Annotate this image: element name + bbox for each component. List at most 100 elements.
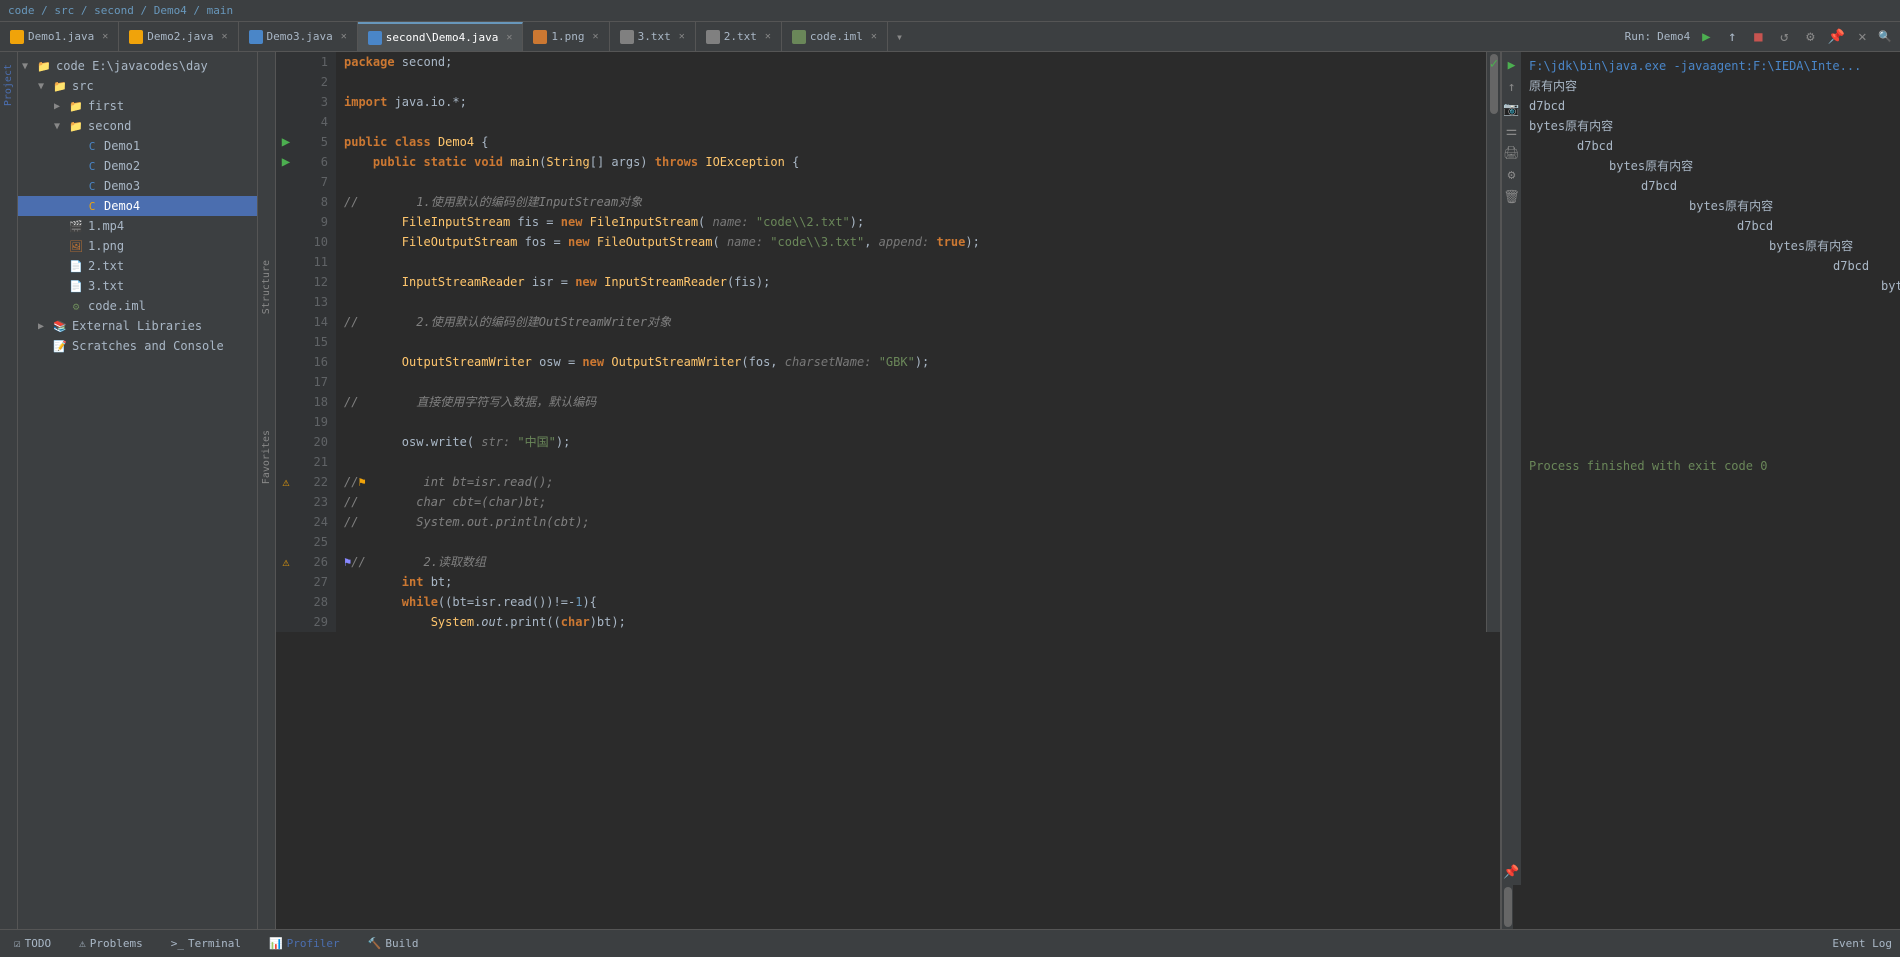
tree-item-demo4[interactable]: C Demo4 — [18, 196, 257, 216]
gutter-7 — [276, 172, 296, 192]
output-screenshot-button[interactable]: 📷 — [1503, 100, 1521, 118]
code-line-14: // 2.使用默认的编码创建OutStreamWriter对象 — [344, 312, 1486, 332]
favorites-tab-button[interactable]: Favorites — [259, 422, 274, 492]
gutter-9 — [276, 212, 296, 232]
run-output-toolbar: ▶ ↑ 📷 ⚌ 🖨 ⚙ 🗑 📌 — [1501, 52, 1521, 885]
code-line-3: import java.io.*; — [344, 92, 1486, 112]
run-up-button[interactable]: ↑ — [1722, 27, 1742, 47]
build-button[interactable]: 🔨 Build — [362, 935, 425, 952]
ln-21: 21 — [296, 452, 328, 472]
output-delete-button[interactable]: 🗑 — [1503, 188, 1521, 206]
tree-arrow-first: ▶ — [54, 101, 68, 112]
ln-1: 1 — [296, 52, 328, 72]
tab-demo1[interactable]: Demo1.java ✕ — [0, 22, 119, 52]
gutter-19 — [276, 412, 296, 432]
tree-item-iml[interactable]: ⚙ code.iml — [18, 296, 257, 316]
code-line-25 — [344, 532, 1486, 552]
folder-icon-second: 📁 — [68, 118, 84, 134]
tree-label-ext: External Libraries — [72, 319, 202, 333]
gutter-6[interactable]: ▶ — [276, 152, 296, 172]
tab-iml[interactable]: code.iml ✕ — [782, 22, 888, 52]
output-format-button[interactable]: ⚌ — [1503, 122, 1521, 140]
tree-item-src[interactable]: ▼ 📁 src — [18, 76, 257, 96]
gutter-26[interactable]: ⚠ — [276, 552, 296, 572]
ln-14: 14 — [296, 312, 328, 332]
tree-item-txt2[interactable]: 📄 2.txt — [18, 256, 257, 276]
gutter-22[interactable]: ⚠ — [276, 472, 296, 492]
output-scrollbar[interactable] — [1501, 885, 1513, 929]
todo-button[interactable]: ☑ TODO — [8, 935, 57, 952]
ln-23: 23 — [296, 492, 328, 512]
tree-label-src: src — [72, 79, 94, 93]
structure-tab-button[interactable]: Structure — [259, 252, 274, 322]
ln-17: 17 — [296, 372, 328, 392]
tab-close-demo2[interactable]: ✕ — [222, 31, 228, 42]
run-pin-button[interactable]: 📌 — [1826, 27, 1846, 47]
tab-txt2[interactable]: 2.txt ✕ — [696, 22, 782, 52]
tree-item-second[interactable]: ▼ 📁 second — [18, 116, 257, 136]
tree-item-mp4[interactable]: 🎬 1.mp4 — [18, 216, 257, 236]
tab-close-demo3[interactable]: ✕ — [341, 31, 347, 42]
event-log-button[interactable]: Event Log — [1832, 937, 1892, 950]
editor-scrollbar[interactable]: ✓ — [1486, 52, 1500, 632]
terminal-button[interactable]: >_ Terminal — [165, 935, 247, 952]
code-body[interactable]: package second; import java.io.*; public… — [336, 52, 1486, 632]
tab-txt3[interactable]: 3.txt ✕ — [610, 22, 696, 52]
code-line-21 — [344, 452, 1486, 472]
gutter-29 — [276, 612, 296, 632]
output-play-button[interactable]: ▶ — [1503, 56, 1521, 74]
problems-button[interactable]: ⚠ Problems — [73, 935, 149, 952]
run-label: Run: — [1625, 30, 1652, 43]
tree-item-demo2[interactable]: C Demo2 — [18, 156, 257, 176]
tree-item-scratch[interactable]: 📝 Scratches and Console — [18, 336, 257, 356]
tree-item-png1[interactable]: 🖼 1.png — [18, 236, 257, 256]
tab-demo4[interactable]: second\Demo4.java ✕ — [358, 22, 524, 52]
code-line-2 — [344, 72, 1486, 92]
project-tab-button[interactable]: Project — [1, 56, 16, 114]
tree-item-ext[interactable]: ▶ 📚 External Libraries — [18, 316, 257, 336]
process-text: Process finished with exit code 0 — [1529, 459, 1767, 473]
gutter-25 — [276, 532, 296, 552]
tree-label-png1: 1.png — [88, 239, 124, 253]
ln-6: 6 — [296, 152, 328, 172]
run-output-content[interactable]: F:\jdk\bin\java.exe -javaagent:F:\IEDA\I… — [1521, 52, 1900, 885]
run-settings-button[interactable]: ⚙ — [1800, 27, 1820, 47]
profiler-button[interactable]: 📊 Profiler — [263, 935, 346, 952]
output-settings-button[interactable]: ⚙ — [1503, 166, 1521, 184]
code-line-7 — [344, 172, 1486, 192]
tab-close-demo1[interactable]: ✕ — [102, 31, 108, 42]
tab-close-iml[interactable]: ✕ — [871, 31, 877, 42]
tree-item-txt3[interactable]: 📄 3.txt — [18, 276, 257, 296]
tab-close-txt2[interactable]: ✕ — [765, 31, 771, 42]
tree-item-code[interactable]: ▼ 📁 code E:\javacodes\day — [18, 56, 257, 76]
output-scroll-thumb[interactable] — [1504, 887, 1512, 927]
output-pin-button[interactable]: 📌 — [1503, 863, 1521, 881]
txt3-icon: 📄 — [68, 278, 84, 294]
folder-icon-code: 📁 — [36, 58, 52, 74]
ln-28: 28 — [296, 592, 328, 612]
output-line-7: bytes原有内容 — [1529, 196, 1892, 216]
tab-close-demo4[interactable]: ✕ — [506, 32, 512, 43]
tab-demo3[interactable]: Demo3.java ✕ — [239, 22, 358, 52]
run-stop-button[interactable]: ■ — [1748, 27, 1768, 47]
run-close-button[interactable]: ✕ — [1852, 27, 1872, 47]
gutter-11 — [276, 252, 296, 272]
code-editor[interactable]: ▶ ▶ — [276, 52, 1500, 929]
output-process: Process finished with exit code 0 — [1529, 456, 1892, 476]
tab-more[interactable]: ▾ — [888, 30, 911, 44]
tree-item-demo1[interactable]: C Demo1 — [18, 136, 257, 156]
tree-item-demo3[interactable]: C Demo3 — [18, 176, 257, 196]
output-up-button[interactable]: ↑ — [1503, 78, 1521, 96]
profiler-label: Profiler — [287, 937, 340, 950]
ln-13: 13 — [296, 292, 328, 312]
tab-demo2[interactable]: Demo2.java ✕ — [119, 22, 238, 52]
run-play-button[interactable]: ▶ — [1696, 27, 1716, 47]
tab-close-png1[interactable]: ✕ — [593, 31, 599, 42]
gutter-5[interactable]: ▶ — [276, 132, 296, 152]
output-print-button[interactable]: 🖨 — [1503, 144, 1521, 162]
tree-item-first[interactable]: ▶ 📁 first — [18, 96, 257, 116]
run-search-button[interactable]: 🔍 — [1878, 30, 1892, 43]
run-rerun-button[interactable]: ↺ — [1774, 27, 1794, 47]
tab-close-txt3[interactable]: ✕ — [679, 31, 685, 42]
tab-png1[interactable]: 1.png ✕ — [523, 22, 609, 52]
